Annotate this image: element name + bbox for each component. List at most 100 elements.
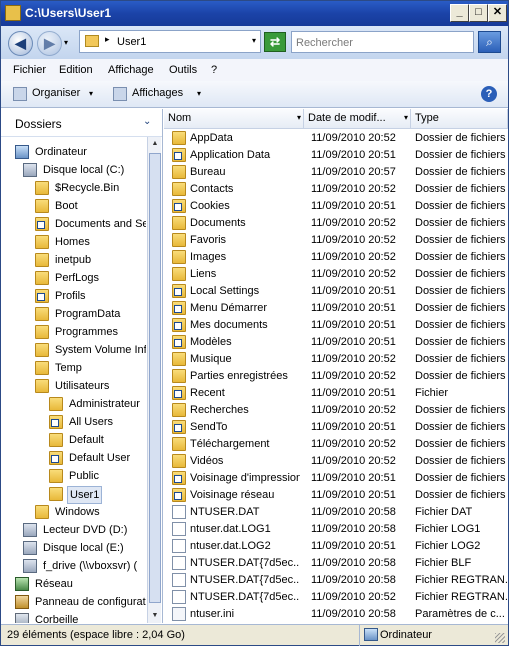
folder-icon [172,318,186,332]
close-button[interactable]: ✕ [488,4,507,22]
folder-icon [35,505,49,519]
menu-edit[interactable]: Edition [59,64,93,76]
file-name: ntuser.dat.LOG2 [190,540,271,552]
folder-tree: Dossiers ⌄ Ordinateur Disque local (C:) $R… [1,109,163,623]
file-row[interactable]: Bureau 11/09/2010 20:57 Dossier de fichier… [164,164,508,181]
item-count: 29 éléments (espace libre : 2,04 Go) [7,629,185,641]
maximize-button[interactable]: □ [469,4,488,22]
address-bar[interactable]: ▸ User1 ▾ [79,30,261,53]
history-dropdown[interactable]: ▾ [64,38,68,47]
minimize-button[interactable]: _ [450,4,469,22]
file-type: Dossier de fichiers [415,370,506,382]
column-date[interactable]: Date de modif... ▾ [304,109,411,129]
file-type: Dossier de fichiers [415,489,506,501]
tree-item-label: ProgramData [55,308,121,320]
menu-help[interactable]: ? [211,64,217,76]
file-row[interactable]: Recherches 11/09/2010 20:52 Dossier de fic… [164,402,508,419]
file-row[interactable]: Mes documents 11/09/2010 20:51 Dossier de … [164,317,508,334]
file-row[interactable]: NTUSER.DAT{7d5ec... 11/09/2010 20:52 Fichi… [164,589,508,606]
scroll-thumb[interactable] [149,153,161,603]
search-input[interactable]: Rechercher [291,31,474,53]
column-type[interactable]: Type [411,109,508,129]
file-row[interactable]: NTUSER.DAT{7d5ec... 11/09/2010 20:58 Fichi… [164,555,508,572]
drive-icon [23,163,37,177]
forward-button[interactable]: ▶ [37,31,62,56]
menu-tools[interactable]: Outils [169,64,197,76]
file-row[interactable]: Cookies 11/09/2010 20:51 Dossier de fichie… [164,198,508,215]
folder-icon [172,250,186,264]
file-date: 11/09/2010 20:51 [311,421,396,433]
folder-icon [172,284,186,298]
breadcrumb-user1[interactable]: User1 [117,36,146,48]
file-row[interactable]: Parties enregistrées 11/09/2010 20:52 Doss… [164,368,508,385]
tree-item-label: Panneau de configurat [35,596,146,608]
file-date: 11/09/2010 20:51 [311,489,396,501]
folder-icon [172,165,186,179]
file-type: Dossier de fichiers [415,251,506,263]
file-name: Menu Démarrer [190,302,268,314]
organize-dropdown[interactable]: ▾ [89,89,93,98]
chevron-down-icon[interactable]: ⌄ [143,116,151,127]
file-row[interactable]: Contacts 11/09/2010 20:52 Dossier de fichi… [164,181,508,198]
folder-icon [172,216,186,230]
search-button[interactable]: ⌕ [478,31,501,53]
file-row[interactable]: Recent 11/09/2010 20:51 Fichier [164,385,508,402]
explorer-window: C:\Users\User1 _ □ ✕ ◀ ▶ ▾ ▸ User1 ▾ ⇄ R… [0,0,509,646]
file-row[interactable]: Voisinage d'impression 11/09/2010 20:51 Do… [164,470,508,487]
title-bar[interactable]: C:\Users\User1 _ □ ✕ [1,1,508,26]
refresh-button[interactable]: ⇄ [264,32,286,52]
scroll-down-arrow[interactable]: ▼ [148,609,162,623]
file-row[interactable]: SendTo 11/09/2010 20:51 Dossier de fichier… [164,419,508,436]
file-row[interactable]: Favoris 11/09/2010 20:52 Dossier de fichie… [164,232,508,249]
organize-button[interactable]: Organiser [32,87,80,99]
folder-icon [35,379,49,393]
file-name: Modèles [190,336,232,348]
column-date-dropdown[interactable]: ▾ [404,113,408,122]
file-name: Contacts [190,183,234,195]
views-button[interactable]: Affichages [132,87,183,99]
file-row[interactable]: Vidéos 11/09/2010 20:52 Dossier de fichier… [164,453,508,470]
folder-icon [172,403,186,417]
file-row[interactable]: Documents 11/09/2010 20:52 Dossier de fich… [164,215,508,232]
address-dropdown[interactable]: ▾ [252,36,256,45]
menu-file[interactable]: Fichier [13,64,46,76]
scroll-up-arrow[interactable]: ▲ [148,137,162,151]
column-name[interactable]: Nom ▾ [164,109,304,129]
folder-icon [49,469,63,483]
column-name-dropdown[interactable]: ▾ [297,113,301,122]
file-row[interactable]: Musique 11/09/2010 20:52 Dossier de fichie… [164,351,508,368]
file-name: AppData [190,132,233,144]
file-row[interactable]: AppData 11/09/2010 20:52 Dossier de fichie… [164,130,508,147]
folder-icon [172,386,186,400]
tree-item-label: Réseau [35,578,73,590]
file-row[interactable]: Voisinage réseau 11/09/2010 20:51 Dossier … [164,487,508,504]
file-row[interactable]: Menu Démarrer 11/09/2010 20:51 Dossier de … [164,300,508,317]
file-name: ntuser.dat.LOG1 [190,523,271,535]
views-dropdown[interactable]: ▾ [197,89,201,98]
window-title: C:\Users\User1 [25,6,112,20]
file-row[interactable]: NTUSER.DAT 11/09/2010 20:58 Fichier DAT [164,504,508,521]
column-date-label: Date de modif... [308,112,386,124]
folder-icon [172,420,186,434]
file-row[interactable]: NTUSER.DAT{7d5ec... 11/09/2010 20:58 Fichi… [164,572,508,589]
resize-grip[interactable] [495,633,505,643]
tree-scrollbar[interactable]: ▲ ▼ [147,137,161,623]
file-row[interactable]: ntuser.dat.LOG2 11/09/2010 20:51 Fichier L… [164,538,508,555]
menu-view[interactable]: Affichage [108,64,154,76]
file-name: Voisinage d'impression [190,472,300,484]
views-icon [113,87,127,101]
file-row[interactable]: Application Data 11/09/2010 20:51 Dossier … [164,147,508,164]
file-row[interactable]: Images 11/09/2010 20:52 Dossier de fichier… [164,249,508,266]
breadcrumb-separator[interactable]: ▸ [105,34,110,45]
file-row[interactable]: ntuser.ini 11/09/2010 20:58 Paramètres de … [164,606,508,623]
file-row[interactable]: Liens 11/09/2010 20:52 Dossier de fichiers [164,266,508,283]
file-list: Nom ▾ Date de modif... ▾ Type AppData 11/… [164,109,508,623]
bin-icon [15,613,29,623]
help-icon[interactable]: ? [481,86,497,102]
file-row[interactable]: Téléchargement 11/09/2010 20:52 Dossier de… [164,436,508,453]
tree-item-label: Disque local (C:) [43,164,125,176]
file-row[interactable]: ntuser.dat.LOG1 11/09/2010 20:58 Fichier L… [164,521,508,538]
back-button[interactable]: ◀ [8,31,33,56]
file-row[interactable]: Modèles 11/09/2010 20:51 Dossier de fichie… [164,334,508,351]
file-row[interactable]: Local Settings 11/09/2010 20:51 Dossier de… [164,283,508,300]
